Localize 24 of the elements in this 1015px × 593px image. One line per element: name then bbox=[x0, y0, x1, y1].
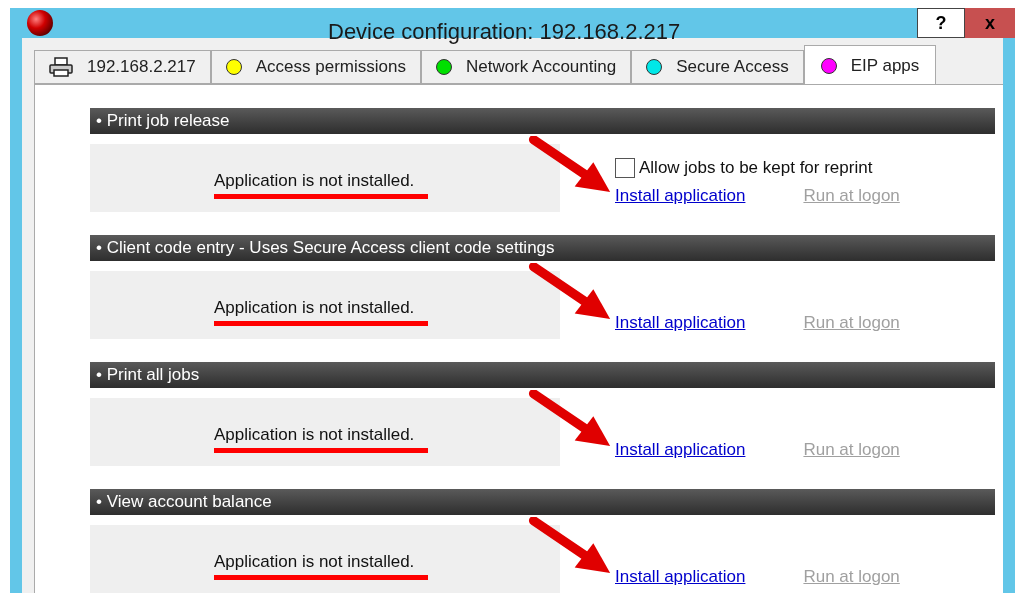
help-button[interactable]: ? bbox=[917, 8, 965, 38]
close-button[interactable]: x bbox=[965, 8, 1015, 38]
checkbox[interactable] bbox=[615, 157, 635, 178]
status-text: Application is not installed. bbox=[214, 170, 415, 193]
link[interactable]: Install application bbox=[615, 182, 746, 208]
section-header: • Print job release bbox=[90, 108, 995, 134]
app-icon bbox=[26, 9, 54, 37]
checkbox-label: Allow jobs to be kept for reprint bbox=[639, 157, 873, 179]
tab[interactable]: Network Accounting bbox=[420, 50, 632, 84]
tab[interactable]: Access permissions bbox=[210, 50, 421, 84]
link[interactable]: Install application bbox=[615, 563, 746, 589]
section-header: • View account balance bbox=[90, 489, 995, 515]
section-header: • Print all jobs bbox=[90, 362, 995, 388]
status-text: Application is not installed. bbox=[214, 551, 415, 574]
tab[interactable]: Secure Access bbox=[631, 50, 804, 84]
window-title: Device configuration: 192.168.2.217 bbox=[328, 18, 681, 46]
status-text: Application is not installed. bbox=[214, 297, 415, 320]
printer-icon bbox=[49, 57, 73, 77]
section-header: • Client code entry - Uses Secure Access client code settings bbox=[90, 235, 995, 261]
tab[interactable]: 192.168.2.217 bbox=[34, 50, 211, 84]
link[interactable]: Install application bbox=[615, 309, 746, 335]
link[interactable]: Install application bbox=[615, 436, 746, 462]
tab[interactable]: EIP apps bbox=[803, 45, 937, 85]
status-text: Application is not installed. bbox=[214, 424, 415, 447]
